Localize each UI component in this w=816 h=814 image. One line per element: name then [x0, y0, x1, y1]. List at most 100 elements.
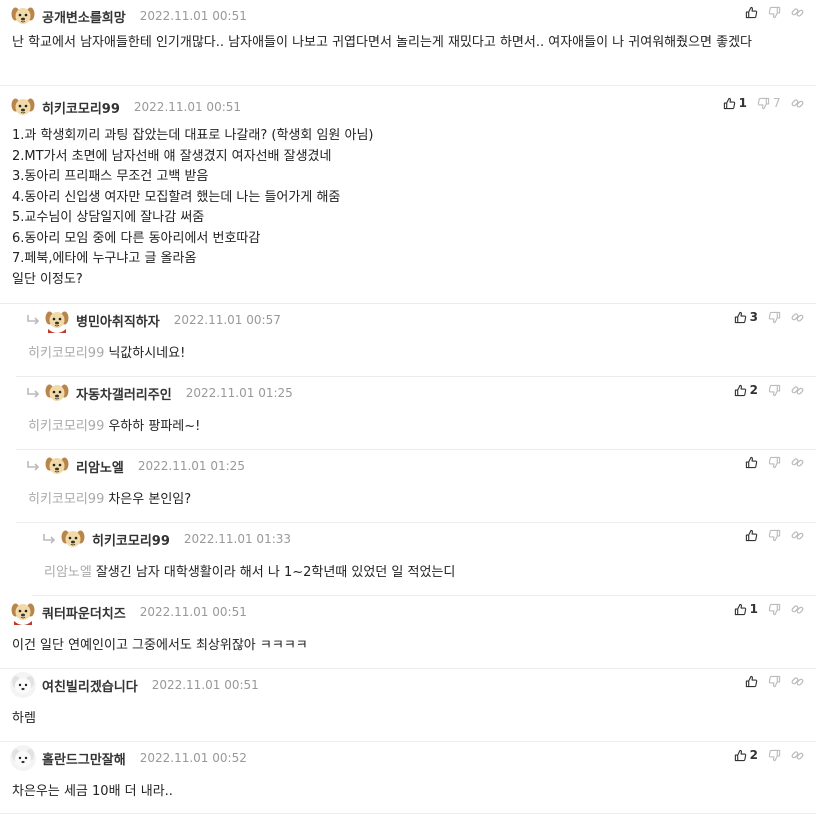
dislike-button[interactable]: 7 [757, 96, 781, 110]
nickname[interactable]: 자동차갤러리주인 [76, 384, 172, 403]
share-link-button[interactable] [791, 675, 804, 688]
like-count: 2 [749, 383, 758, 397]
comment: 여친빌리겠습니다 2022.11.01 00:51 하렘 [0, 669, 816, 742]
share-link-button[interactable] [791, 311, 804, 324]
like-count: 1 [749, 602, 758, 616]
share-link-button[interactable] [791, 384, 804, 397]
comment-text: 난 학교에서 남자애들한테 인기개많다.. 남자애들이 나보고 귀엽다면서 놀리… [12, 35, 753, 50]
timestamp: 2022.11.01 01:25 [137, 459, 245, 473]
nickname[interactable]: 여친빌리겠습니다 [42, 676, 138, 695]
dislike-button[interactable] [768, 6, 781, 19]
thumbs-up-icon [745, 6, 758, 19]
comment-actions: 2 [724, 383, 804, 397]
comment-actions [735, 6, 804, 19]
comment-actions [735, 529, 804, 542]
comment-text: 잘생긴 남자 대학생활이라 해서 나 1~2학년때 있었던 일 적었는디 [95, 565, 456, 580]
timestamp: 2022.11.01 00:52 [139, 751, 247, 765]
dislike-button[interactable] [768, 456, 781, 469]
thumbs-up-icon [734, 749, 747, 762]
mention-nickname[interactable]: 히키코모리99 [28, 492, 104, 507]
link-icon [791, 749, 804, 762]
like-button[interactable] [745, 456, 758, 469]
dislike-button[interactable] [768, 311, 781, 324]
comment-text: 차은우 본인임? [108, 492, 192, 507]
avatar[interactable] [10, 672, 36, 698]
thumbs-up-icon [734, 311, 747, 324]
comment-actions [735, 675, 804, 688]
reply-comment: 자동차갤러리주인 2022.11.01 01:25 2 히키코모리99 우하하 팡파레~… [16, 377, 816, 450]
avatar[interactable] [10, 94, 36, 120]
like-button[interactable]: 2 [734, 748, 758, 762]
nickname[interactable]: 쿼터파운더치즈 [42, 603, 126, 622]
mention-nickname[interactable]: 히키코모리99 [28, 419, 104, 434]
like-button[interactable]: 3 [734, 310, 758, 324]
like-button[interactable]: 2 [734, 383, 758, 397]
link-icon [791, 311, 804, 324]
comment-actions: 17 [713, 96, 804, 110]
avatar[interactable] [10, 745, 36, 771]
comment-header: 쿼터파운더치즈 2022.11.01 00:51 [10, 599, 247, 625]
avatar[interactable] [60, 526, 86, 552]
comment-actions: 1 [724, 602, 804, 616]
thumbs-down-icon [768, 384, 781, 397]
like-button[interactable] [745, 675, 758, 688]
comment-text: 이건 일단 연예인이고 그중에서도 최상위잖아 ㅋㅋㅋㅋ [12, 638, 308, 653]
share-link-button[interactable] [791, 97, 804, 110]
comment-header: 자동차갤러리주인 2022.11.01 01:25 [26, 380, 293, 406]
share-link-button[interactable] [791, 749, 804, 762]
like-count: 1 [738, 96, 747, 110]
comment-body: 하렘 [12, 709, 802, 730]
like-count: 2 [749, 748, 758, 762]
thumbs-up-icon [734, 603, 747, 616]
like-button[interactable]: 1 [723, 96, 747, 110]
share-link-button[interactable] [791, 6, 804, 19]
mention-nickname[interactable]: 히키코모리99 [28, 346, 104, 361]
nickname[interactable]: 히키코모리99 [42, 98, 120, 117]
comment-actions: 3 [724, 310, 804, 324]
comment-body: 이건 일단 연예인이고 그중에서도 최상위잖아 ㅋㅋㅋㅋ [12, 636, 802, 657]
comment-text: 차은우는 세금 10배 더 내라.. [12, 784, 173, 799]
like-count: 3 [749, 310, 758, 324]
timestamp: 2022.11.01 00:51 [139, 605, 247, 619]
timestamp: 2022.11.01 01:25 [185, 386, 293, 400]
dislike-button[interactable] [768, 675, 781, 688]
nickname[interactable]: 히키코모리99 [92, 530, 170, 549]
comment-body: 리암노엘 잘생긴 남자 대학생활이라 해서 나 1~2학년때 있었던 일 적었는디 [44, 563, 802, 584]
timestamp: 2022.11.01 01:33 [183, 532, 292, 546]
comment-body: 히키코모리99 우하하 팡파레~! [28, 417, 802, 438]
share-link-button[interactable] [791, 529, 804, 542]
comment-header: 히키코모리99 2022.11.01 00:51 [10, 94, 241, 120]
avatar[interactable] [44, 380, 70, 406]
reply-arrow-icon [26, 460, 44, 472]
comment: 공개변소를희망 2022.11.01 00:51 난 학교에서 남자애들한테 인기개… [0, 0, 816, 86]
share-link-button[interactable] [791, 603, 804, 616]
timestamp: 2022.11.01 00:51 [139, 9, 247, 23]
comment-body: 차은우는 세금 10배 더 내라.. [12, 782, 802, 803]
dislike-button[interactable] [768, 749, 781, 762]
thumbs-down-icon [768, 311, 781, 324]
dislike-button[interactable] [768, 529, 781, 542]
comment: 홀란드그만잘해 2022.11.01 00:52 2 차은우는 세금 10배 더 내라… [0, 742, 816, 814]
link-icon [791, 603, 804, 616]
link-icon [791, 675, 804, 688]
comment-header: 홀란드그만잘해 2022.11.01 00:52 [10, 745, 247, 771]
like-button[interactable]: 1 [734, 602, 758, 616]
dislike-count: 7 [773, 96, 781, 110]
comment-list: 공개변소를희망 2022.11.01 00:51 난 학교에서 남자애들한테 인기개… [0, 0, 816, 814]
avatar[interactable] [10, 599, 36, 625]
dislike-button[interactable] [768, 603, 781, 616]
nickname[interactable]: 병민아취직하자 [76, 311, 160, 330]
nickname[interactable]: 리암노엘 [76, 457, 124, 476]
like-button[interactable] [745, 6, 758, 19]
share-link-button[interactable] [791, 456, 804, 469]
dislike-button[interactable] [768, 384, 781, 397]
avatar[interactable] [10, 3, 36, 29]
comment: 쿼터파운더치즈 2022.11.01 00:51 1 이건 일단 연예인이고 그중에서… [0, 596, 816, 669]
mention-nickname[interactable]: 리암노엘 [44, 565, 92, 580]
avatar[interactable] [44, 453, 70, 479]
link-icon [791, 6, 804, 19]
nickname[interactable]: 홀란드그만잘해 [42, 749, 126, 768]
avatar[interactable] [44, 307, 70, 333]
nickname[interactable]: 공개변소를희망 [42, 7, 126, 26]
like-button[interactable] [745, 529, 758, 542]
